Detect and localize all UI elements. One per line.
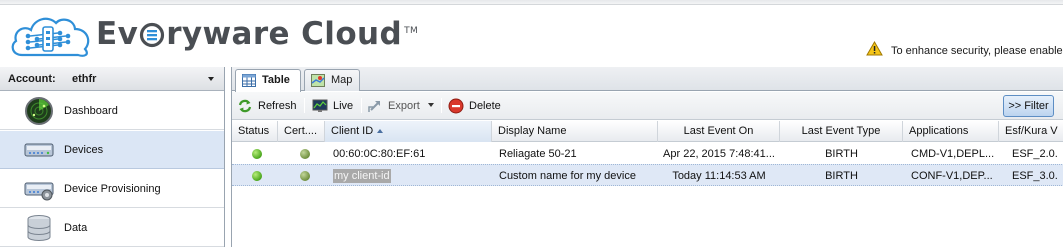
cell-client-id: 00:60:0C:80:EF:61 bbox=[333, 148, 426, 160]
cell-esf-version: ESF_2.0. bbox=[1012, 148, 1058, 160]
certificate-icon bbox=[300, 149, 310, 159]
table-row[interactable]: 00:60:0C:80:EF:61 Reliagate 50-21 Apr 22… bbox=[232, 143, 1063, 165]
sidebar-item-device-provisioning[interactable]: Device Provisioning bbox=[0, 170, 224, 208]
column-header-applications[interactable]: Applications bbox=[903, 121, 999, 142]
cell-last-event-on: Today 11:14:53 AM bbox=[672, 170, 766, 182]
cell-applications: CMD-V1,DEPL... bbox=[911, 148, 995, 160]
provisioning-icon bbox=[24, 182, 54, 201]
table-row-selected[interactable]: my client-id Custom name for my device T… bbox=[232, 164, 1063, 186]
column-header-last-event-type[interactable]: Last Event Type bbox=[780, 121, 903, 142]
warning-icon bbox=[866, 41, 883, 56]
sidebar-item-dashboard[interactable]: Dashboard bbox=[0, 92, 224, 130]
refresh-label: Refresh bbox=[258, 100, 297, 112]
security-message[interactable]: To enhance security, please enable bbox=[891, 45, 1063, 57]
tab-table[interactable]: Table bbox=[235, 69, 301, 92]
delete-icon bbox=[448, 98, 464, 114]
account-selector[interactable]: Account: ethfr bbox=[0, 67, 224, 91]
export-icon bbox=[368, 101, 380, 112]
delete-button[interactable]: Delete bbox=[448, 96, 508, 116]
cell-last-event-on: Apr 22, 2015 7:48:41... bbox=[663, 148, 775, 160]
tab-strip: Table Map bbox=[232, 67, 1063, 92]
sort-ascending-icon bbox=[377, 129, 384, 133]
sidebar: Account: ethfr Dashboard Devices Device … bbox=[0, 67, 225, 247]
account-value: ethfr bbox=[72, 73, 97, 85]
toolbar-separator bbox=[304, 98, 305, 113]
app-title-prefix: Ev bbox=[96, 16, 139, 52]
filter-button[interactable]: >> Filter bbox=[1003, 95, 1054, 117]
cell-esf-version: ESF_3.0. bbox=[1012, 170, 1058, 182]
chevron-down-icon[interactable] bbox=[428, 103, 434, 107]
live-button[interactable]: Live bbox=[312, 96, 360, 116]
status-connected-icon bbox=[252, 149, 262, 159]
sidebar-item-label: Data bbox=[64, 222, 88, 234]
trademark: TM bbox=[404, 25, 419, 36]
cell-applications: CONF-V1,DEP... bbox=[911, 170, 993, 182]
live-label: Live bbox=[333, 100, 354, 112]
column-header-esf-version[interactable]: Esf/Kura V bbox=[999, 121, 1063, 142]
cell-display-name: Reliagate 50-21 bbox=[499, 148, 577, 160]
account-label: Account: bbox=[8, 73, 56, 85]
app-title-suffix: ryware Cloud bbox=[166, 16, 403, 52]
certificate-icon bbox=[300, 171, 310, 181]
cell-display-name: Custom name for my device bbox=[499, 170, 636, 182]
cloud-logo-icon bbox=[11, 17, 90, 57]
radar-icon bbox=[25, 97, 53, 125]
refresh-icon bbox=[238, 99, 252, 113]
sidebar-item-label: Device Provisioning bbox=[64, 183, 161, 195]
delete-label: Delete bbox=[469, 100, 501, 112]
sidebar-item-devices[interactable]: Devices bbox=[0, 131, 224, 169]
cell-last-event-type: BIRTH bbox=[825, 148, 858, 160]
tab-label: Map bbox=[331, 74, 353, 86]
map-icon bbox=[311, 74, 325, 87]
column-header-client-id[interactable]: Client ID bbox=[325, 121, 492, 142]
column-header-cert[interactable]: Cert.... bbox=[278, 121, 325, 142]
device-icon bbox=[24, 143, 54, 157]
database-icon bbox=[27, 215, 51, 241]
export-label: Export bbox=[388, 100, 420, 112]
sidebar-item-label: Dashboard bbox=[64, 105, 118, 117]
toolbar-separator bbox=[361, 98, 362, 113]
status-connected-icon bbox=[252, 171, 262, 181]
chevron-down-icon[interactable] bbox=[208, 77, 214, 81]
cell-client-id: my client-id bbox=[327, 165, 492, 187]
column-header-status[interactable]: Status bbox=[232, 121, 278, 142]
client-id-highlight[interactable]: my client-id bbox=[333, 169, 391, 183]
column-header-last-event-on[interactable]: Last Event On bbox=[658, 121, 780, 142]
column-header-label: Client ID bbox=[331, 125, 374, 137]
logo-ring-icon bbox=[140, 22, 165, 48]
app-title: Ev ryware Cloud TM bbox=[96, 16, 418, 56]
column-header-display-name[interactable]: Display Name bbox=[492, 121, 658, 142]
monitor-icon bbox=[312, 99, 328, 112]
tab-map[interactable]: Map bbox=[304, 69, 360, 91]
table-icon bbox=[242, 74, 256, 87]
grid-header: Status Cert.... Client ID Display Name L… bbox=[232, 121, 1063, 142]
toolbar-separator bbox=[441, 98, 442, 113]
main-panel: Table Map Refresh Live Export Delete >> … bbox=[231, 67, 1063, 247]
app-header: Ev ryware Cloud TM To enhance security, p… bbox=[0, 5, 1063, 67]
toolbar: Refresh Live Export Delete >> Filter bbox=[232, 92, 1063, 120]
cell-last-event-type: BIRTH bbox=[825, 170, 858, 182]
refresh-button[interactable]: Refresh bbox=[237, 96, 307, 116]
sidebar-item-data[interactable]: Data bbox=[0, 209, 224, 247]
tab-label: Table bbox=[262, 74, 290, 86]
sidebar-item-label: Devices bbox=[64, 144, 104, 156]
